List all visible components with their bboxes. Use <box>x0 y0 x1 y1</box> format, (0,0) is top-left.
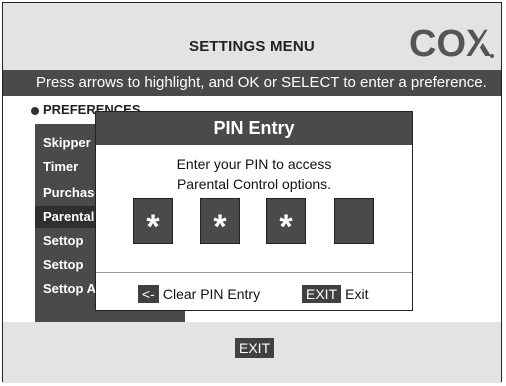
pin-entry-dialog: PIN Entry Enter your PIN to access Paren… <box>95 111 413 311</box>
cox-logo: COX <box>409 23 495 66</box>
page-title: SETTINGS MENU <box>189 38 315 55</box>
instruction-bar: Press arrows to highlight, and OK or SEL… <box>3 70 501 96</box>
header: SETTINGS MENU COX <box>3 3 501 69</box>
pin-dialog-title: PIN Entry <box>96 112 412 145</box>
pin-digit-2[interactable]: * <box>200 198 240 246</box>
clear-pin-button[interactable]: <- Clear PIN Entry <box>138 285 260 303</box>
pin-message-line2: Parental Control options. <box>176 176 332 192</box>
exit-key: EXIT <box>302 285 342 303</box>
exit-button[interactable]: EXIT <box>235 338 275 358</box>
cox-logo-graphic: COX <box>409 23 494 65</box>
pin-digit-3[interactable]: * <box>266 198 306 246</box>
settings-screen: SETTINGS MENU COX Press arrows to highli… <box>2 2 502 383</box>
pin-exit-label: Exit <box>345 286 369 302</box>
back-arrow-key: <- <box>138 285 159 303</box>
pin-exit-button[interactable]: EXIT Exit <box>302 285 368 303</box>
bullet-icon <box>31 107 39 115</box>
pin-digit-4[interactable] <box>334 198 374 244</box>
clear-pin-label: Clear PIN Entry <box>162 286 261 302</box>
pin-dialog-message: Enter your PIN to access Parental Contro… <box>96 154 412 194</box>
pin-digit-1[interactable]: * <box>133 198 173 246</box>
pin-divider <box>96 272 412 273</box>
pin-message-line1: Enter your PIN to access <box>176 156 332 172</box>
cox-logo-text: COX <box>409 23 492 61</box>
